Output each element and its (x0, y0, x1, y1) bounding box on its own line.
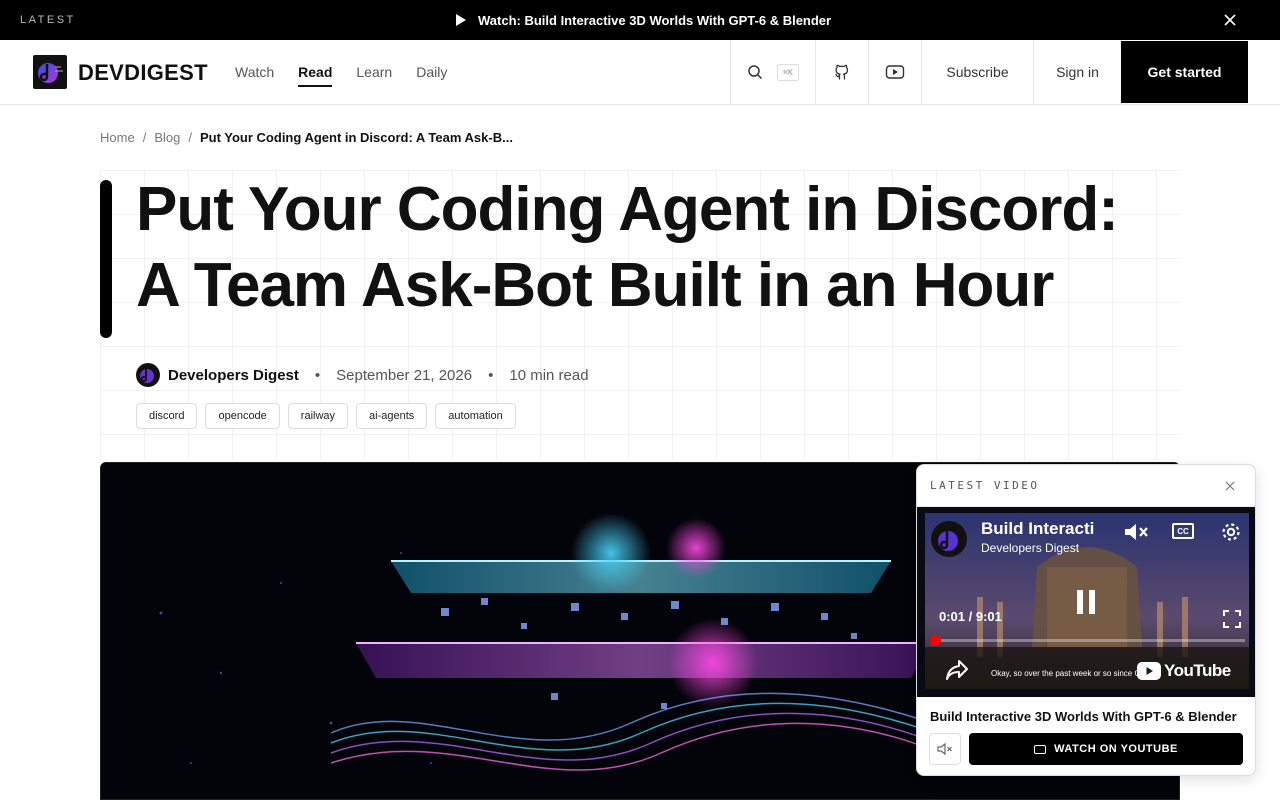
meta-separator: • (314, 366, 321, 384)
brand-logo[interactable] (33, 55, 67, 89)
breadcrumb-current: Put Your Coding Agent in Discord: A Team… (199, 130, 513, 145)
tag-automation[interactable]: automation (435, 403, 516, 429)
search-shortcut: ⌘K (777, 63, 799, 81)
video-progress-track[interactable] (935, 639, 1245, 642)
settings-gear-icon[interactable] (1219, 520, 1243, 544)
announcement-watch-link[interactable]: Watch: Build Interactive 3D Worlds With … (456, 13, 831, 28)
share-icon[interactable] (945, 659, 969, 681)
breadcrumb-separator: / (188, 130, 192, 145)
youtube-logo[interactable]: YouTube (1137, 661, 1231, 681)
youtube-logo-text: YouTube (1164, 661, 1231, 680)
nav-item-daily[interactable]: Daily (416, 64, 447, 87)
nav-item-learn[interactable]: Learn (356, 64, 392, 87)
nav-item-read[interactable]: Read (298, 64, 333, 87)
announcement-watch-text: Watch: Build Interactive 3D Worlds With … (478, 12, 832, 28)
youtube-icon (885, 65, 905, 79)
video-player[interactable]: Build Interacti Developers Digest CC 0:0… (917, 507, 1255, 697)
watch-on-youtube-button[interactable]: WATCH ON YOUTUBE (969, 733, 1243, 765)
breadcrumb-home[interactable]: Home (100, 130, 135, 145)
search-button[interactable]: ⌘K (730, 40, 815, 104)
brand-name[interactable]: DEVDIGEST (78, 60, 208, 86)
latest-video-widget: LATEST VIDEO Build Interacti Developers … (916, 464, 1256, 776)
site-header: DEVDIGEST Watch Read Learn Daily ⌘K Subs… (0, 40, 1280, 105)
video-title[interactable]: Build Interactive 3D Worlds With GPT-6 &… (930, 709, 1237, 724)
channel-avatar[interactable] (931, 521, 967, 557)
tag-discord[interactable]: discord (136, 403, 198, 429)
widget-header: LATEST VIDEO (917, 465, 1255, 507)
title-line-1: Put Your Coding Agent in Discord: (136, 175, 1119, 244)
read-time: 10 min read (509, 366, 589, 384)
fullscreen-icon[interactable] (1222, 609, 1242, 629)
mute-icon[interactable] (1123, 521, 1149, 543)
github-icon (835, 64, 849, 80)
youtube-button[interactable] (868, 40, 921, 104)
author-name[interactable]: Developers Digest (168, 367, 299, 384)
volume-muted-icon (937, 742, 952, 756)
video-time: 0:01 / 9:01 (939, 609, 1002, 624)
title-line-2: A Team Ask-Bot Built in an Hour (136, 251, 1054, 320)
video-overlay-channel: Developers Digest (981, 541, 1080, 555)
cc-label: CC (1177, 526, 1189, 536)
close-icon[interactable] (1222, 12, 1238, 28)
video-overlay-title: Build Interacti (981, 519, 1095, 538)
meta-separator: • (488, 366, 494, 384)
publish-date: September 21, 2026 (336, 366, 473, 384)
github-button[interactable] (815, 40, 868, 104)
youtube-logo-icon (1137, 662, 1161, 680)
video-progress-handle[interactable] (930, 635, 941, 646)
tag-list: discord opencode railway ai-agents autom… (136, 403, 516, 429)
subscribe-button[interactable]: Subscribe (921, 40, 1033, 104)
play-icon (456, 14, 466, 26)
get-started-button[interactable]: Get started (1121, 41, 1248, 103)
video-caption: Okay, so over the past week or so since … (991, 669, 1158, 678)
nav-item-watch[interactable]: Watch (235, 64, 274, 87)
watch-on-youtube-label: WATCH ON YOUTUBE (1054, 743, 1178, 755)
page-title: Put Your Coding Agent in Discord: A Team… (136, 172, 1236, 324)
tag-ai-agents[interactable]: ai-agents (356, 403, 428, 429)
search-icon (748, 65, 763, 80)
title-accent-bar (100, 180, 112, 338)
sign-in-button[interactable]: Sign in (1033, 40, 1121, 104)
tag-railway[interactable]: railway (287, 403, 349, 429)
article-meta: Developers Digest • September 21, 2026 •… (136, 363, 589, 387)
breadcrumb-separator: / (142, 130, 147, 145)
avatar (136, 363, 160, 387)
cc-button[interactable]: CC (1172, 523, 1194, 539)
close-icon[interactable] (1225, 481, 1235, 491)
widget-mute-button[interactable] (929, 733, 961, 765)
main-nav: Watch Read Learn Daily (235, 64, 447, 87)
tag-opencode[interactable]: opencode (205, 403, 280, 429)
youtube-mini-icon (1034, 744, 1047, 754)
breadcrumb: Home / Blog / Put Your Coding Agent in D… (100, 130, 513, 145)
latest-label: LATEST (20, 14, 76, 26)
pause-icon[interactable] (1075, 589, 1097, 615)
announcement-bar: LATEST Watch: Build Interactive 3D World… (0, 0, 1280, 40)
breadcrumb-blog[interactable]: Blog (154, 130, 180, 145)
